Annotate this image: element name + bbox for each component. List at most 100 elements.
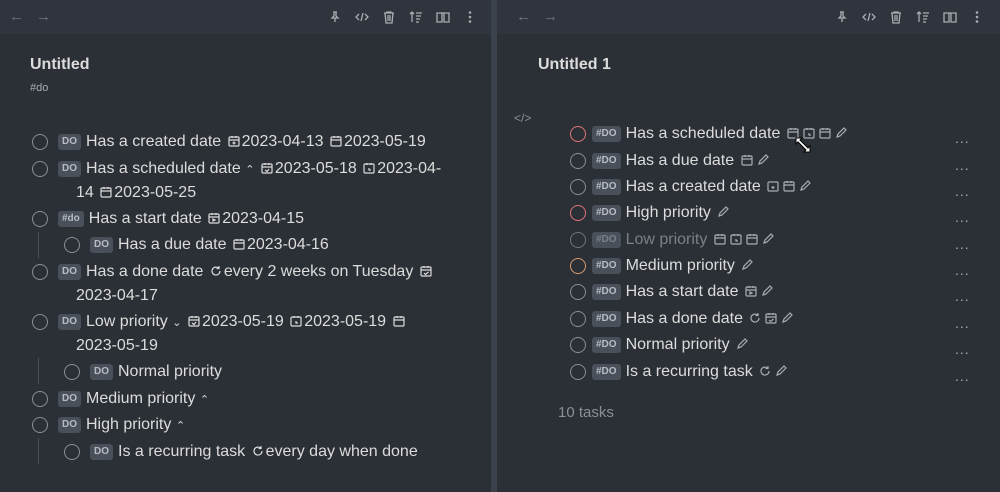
edit-icon[interactable]	[781, 312, 794, 324]
edit-icon[interactable]	[717, 206, 730, 218]
back-button[interactable]: ←	[516, 9, 531, 24]
task-tag[interactable]: #DO	[592, 153, 621, 169]
task-checkbox[interactable]	[32, 161, 48, 177]
more-vertical-icon[interactable]	[967, 7, 987, 27]
task-checkbox[interactable]	[570, 311, 586, 327]
task-text[interactable]: High priority	[626, 204, 711, 221]
query-task-item: #DO Has a created date	[570, 175, 813, 199]
task-tag[interactable]: DO	[58, 161, 81, 177]
task-text[interactable]: Has a created date	[626, 178, 761, 195]
task-checkbox[interactable]	[570, 205, 586, 221]
book-icon[interactable]	[433, 7, 453, 27]
task-checkbox[interactable]	[64, 237, 80, 253]
task-tag[interactable]: #DO	[592, 205, 621, 221]
date-text: 2023-04-15	[222, 210, 305, 227]
task-checkbox[interactable]	[570, 258, 586, 274]
edit-icon[interactable]	[736, 338, 748, 350]
more-button[interactable]: ...	[955, 368, 970, 384]
task-tag[interactable]: #DO	[592, 232, 621, 248]
task-text[interactable]: Has a due date	[626, 152, 735, 169]
task-text: Has a done date	[86, 263, 204, 280]
edit-icon[interactable]	[835, 127, 847, 139]
more-button[interactable]: ...	[955, 288, 970, 304]
edit-icon[interactable]	[775, 365, 788, 377]
task-tag[interactable]: #DO	[592, 179, 621, 195]
priority-highest-icon: ⌃	[245, 164, 255, 176]
code-block-icon[interactable]: </>	[514, 111, 531, 125]
task-checkbox[interactable]	[570, 179, 586, 195]
task-checkbox[interactable]	[570, 153, 586, 169]
more-button[interactable]: ...	[955, 341, 970, 357]
code-icon[interactable]	[859, 7, 879, 27]
task-text[interactable]: Medium priority	[626, 257, 735, 274]
priority-medium-icon: ⌃	[199, 394, 210, 406]
task-tag[interactable]: DO	[90, 237, 113, 253]
task-tag[interactable]: DO	[90, 364, 113, 380]
forward-button[interactable]: →	[36, 9, 51, 24]
pin-icon[interactable]	[325, 7, 345, 27]
task-checkbox[interactable]	[32, 134, 48, 150]
scheduled-icon	[188, 316, 200, 327]
edit-icon[interactable]	[761, 285, 773, 297]
more-button[interactable]: ...	[955, 262, 970, 278]
date-text: 2023-05-19	[201, 313, 284, 330]
sort-icon[interactable]	[406, 7, 426, 27]
more-button[interactable]: ...	[955, 315, 970, 331]
task-tag[interactable]: DO	[58, 417, 81, 433]
more-button[interactable]: ...	[955, 183, 970, 199]
query-task-item: #DO Has a done date	[570, 307, 795, 331]
task-checkbox[interactable]	[570, 232, 586, 248]
forward-button[interactable]: →	[543, 9, 558, 24]
task-checkbox[interactable]	[32, 391, 48, 407]
edit-icon[interactable]	[757, 154, 769, 166]
task-checkbox[interactable]	[570, 364, 586, 380]
edit-icon[interactable]	[799, 180, 812, 192]
task-tag[interactable]: #DO	[592, 258, 621, 274]
task-text[interactable]: Has a scheduled date	[626, 125, 781, 142]
task-item: DO High priority ⌃	[58, 413, 185, 438]
edit-icon[interactable]	[762, 233, 774, 245]
task-checkbox[interactable]	[570, 126, 586, 142]
more-button[interactable]: ...	[955, 236, 970, 252]
task-item: DO Has a created date 2023-04-13 2023-05-…	[58, 130, 426, 154]
more-vertical-icon[interactable]	[460, 7, 480, 27]
sort-icon[interactable]	[913, 7, 933, 27]
code-icon[interactable]	[352, 7, 372, 27]
book-icon[interactable]	[940, 7, 960, 27]
task-tag[interactable]: #DO	[592, 364, 621, 380]
task-checkbox[interactable]	[32, 417, 48, 433]
trash-icon[interactable]	[886, 7, 906, 27]
task-tag[interactable]: #do	[58, 211, 84, 227]
edit-icon[interactable]	[741, 259, 754, 271]
task-tag[interactable]: DO	[58, 391, 81, 407]
task-text[interactable]: Has a start date	[626, 283, 739, 300]
task-tag[interactable]: DO	[58, 134, 81, 150]
task-text[interactable]: Low priority	[626, 231, 708, 248]
task-checkbox[interactable]	[32, 211, 48, 227]
task-checkbox[interactable]	[570, 284, 586, 300]
recurrence-icon	[750, 313, 761, 323]
trash-icon[interactable]	[379, 7, 399, 27]
scheduled-icon	[261, 163, 273, 174]
task-tag[interactable]: DO	[90, 444, 113, 460]
task-tag[interactable]: #DO	[592, 337, 621, 353]
task-tag[interactable]: #DO	[592, 311, 621, 327]
task-checkbox[interactable]	[64, 444, 80, 460]
task-checkbox[interactable]	[32, 314, 48, 330]
more-button[interactable]: ...	[955, 157, 970, 173]
task-tag[interactable]: DO	[58, 314, 81, 330]
task-tag[interactable]: #DO	[592, 284, 621, 300]
more-button[interactable]: ...	[955, 130, 970, 146]
task-checkbox[interactable]	[64, 364, 80, 380]
task-text[interactable]: Has a done date	[626, 310, 743, 327]
task-tag[interactable]: DO	[58, 264, 81, 280]
pin-icon[interactable]	[832, 7, 852, 27]
task-checkbox[interactable]	[32, 264, 48, 280]
more-button[interactable]: ...	[955, 209, 970, 225]
task-tag[interactable]: #DO	[592, 126, 621, 142]
calendar-icon	[392, 316, 405, 327]
task-text[interactable]: Normal priority	[626, 336, 730, 353]
task-text[interactable]: Is a recurring task	[626, 363, 753, 380]
task-checkbox[interactable]	[570, 337, 586, 353]
back-button[interactable]: ←	[9, 9, 24, 24]
